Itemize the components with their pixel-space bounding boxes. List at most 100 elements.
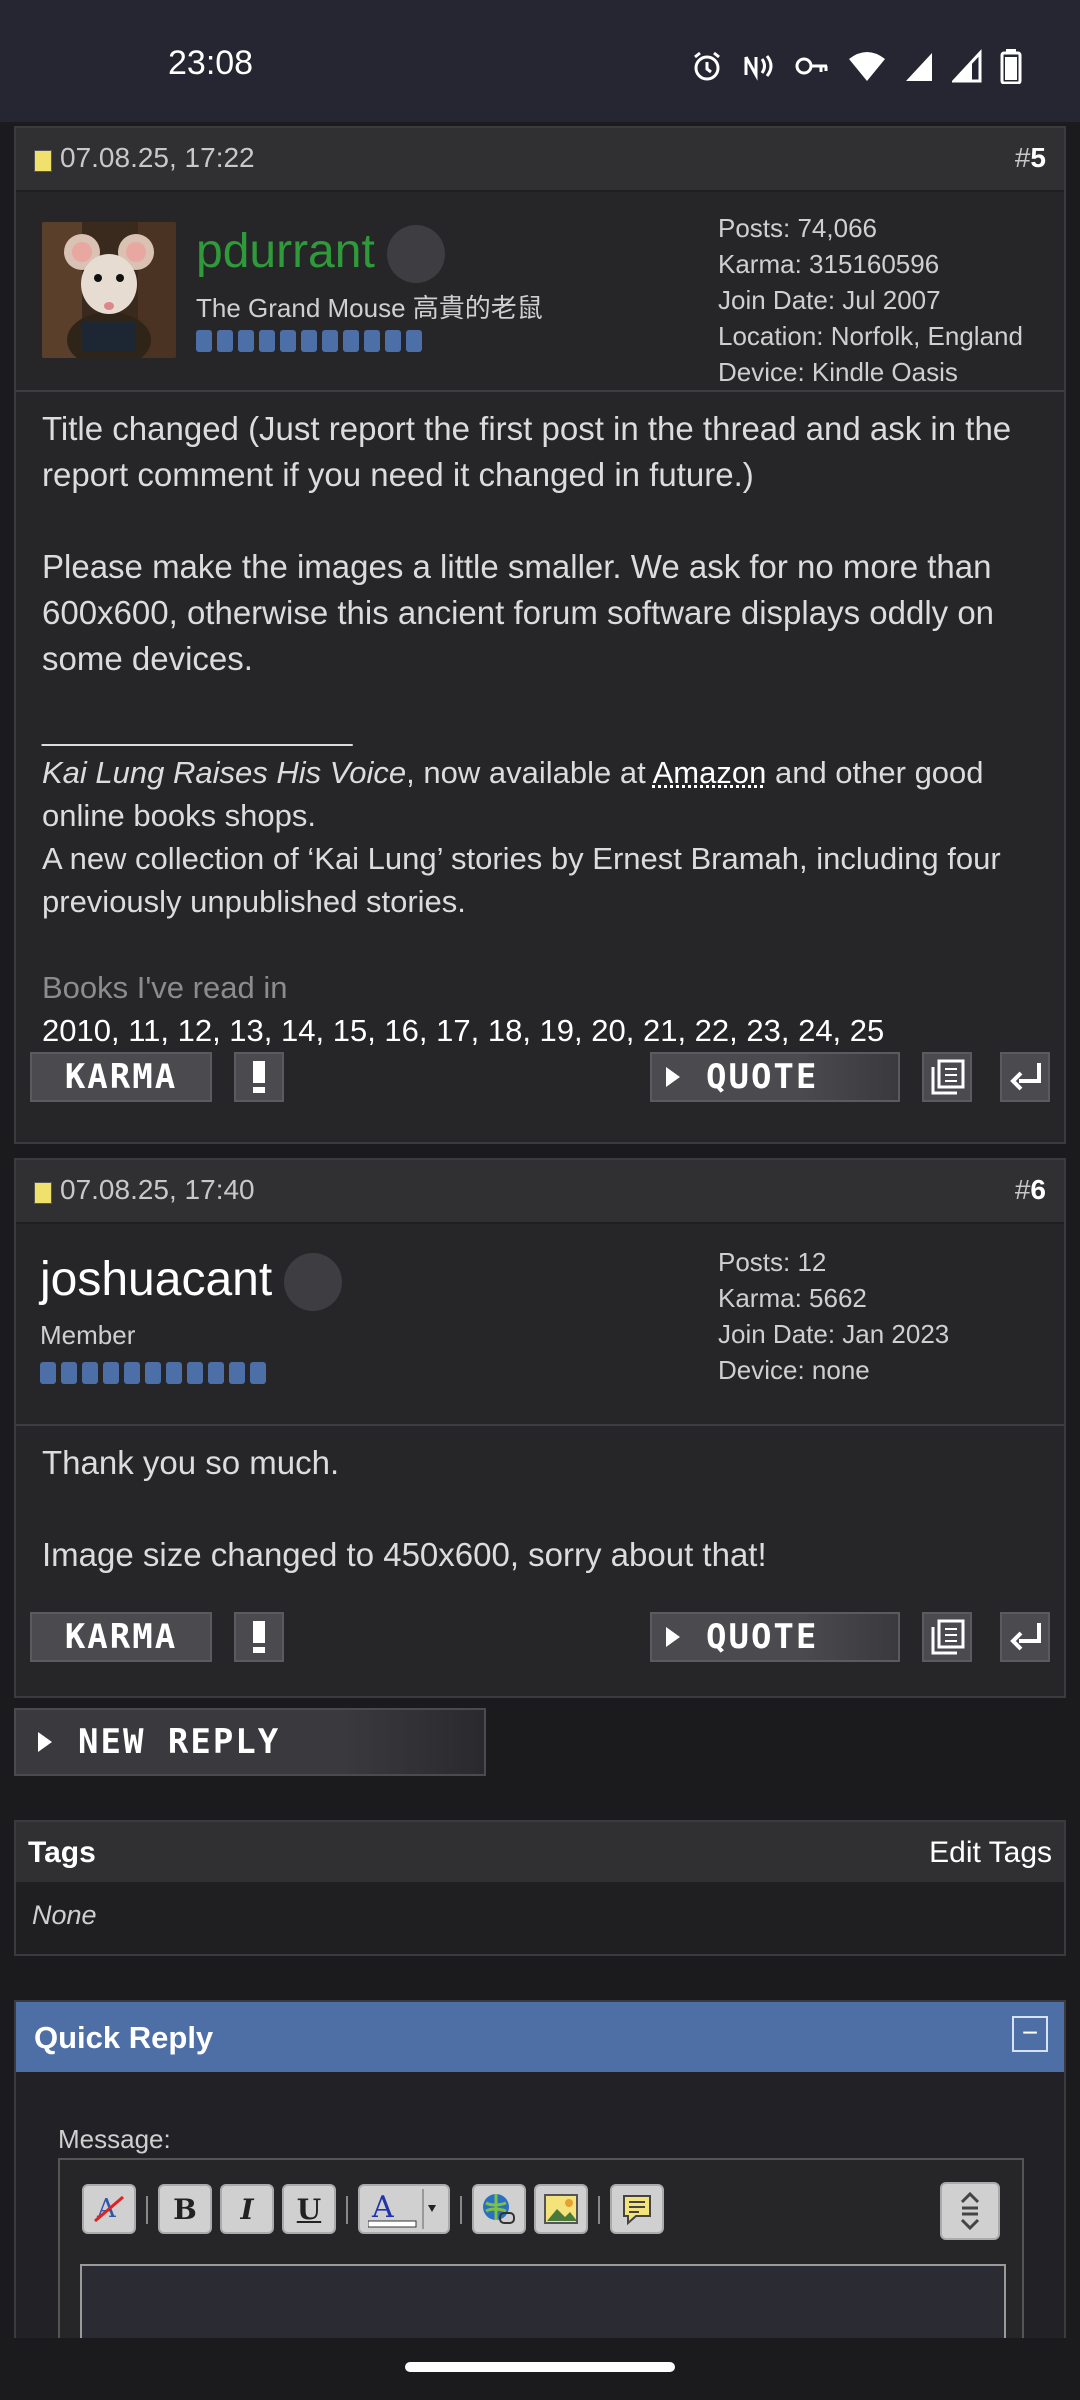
rep-pip — [61, 1362, 77, 1384]
rep-pip — [343, 330, 359, 352]
stat-device: Device: none — [718, 1355, 870, 1385]
multi-quote-button[interactable] — [922, 1052, 972, 1102]
clock: 23:08 — [168, 44, 254, 82]
amazon-link[interactable]: Amazon — [653, 755, 767, 790]
online-status-icon — [386, 225, 445, 284]
remove-format-button[interactable]: A — [82, 2184, 136, 2234]
user-stats: Posts: 12 Karma: 5662 Join Date: Jan 202… — [718, 1244, 949, 1388]
karma-button[interactable]: KARMA — [30, 1052, 212, 1102]
rep-pip — [103, 1362, 119, 1384]
multi-quote-button[interactable] — [922, 1612, 972, 1662]
post-number-value: 6 — [1030, 1174, 1046, 1205]
post-number[interactable]: #6 — [1015, 1174, 1046, 1206]
user-title: Member — [40, 1320, 136, 1350]
rep-pip — [301, 330, 317, 352]
navigation-bar — [0, 2338, 1080, 2400]
post-number-hash: # — [1014, 1174, 1031, 1205]
italic-button[interactable]: I — [220, 2184, 274, 2234]
insert-quote-button[interactable] — [610, 2184, 664, 2234]
play-icon — [666, 1067, 680, 1087]
text-color-icon: A — [368, 2189, 436, 2229]
post-number-value: 5 — [1030, 142, 1046, 173]
username-text: pdurrant — [196, 225, 375, 278]
report-button[interactable] — [234, 1612, 284, 1662]
stat-device: Device: Kindle Oasis — [718, 357, 958, 387]
edit-tags-link[interactable]: Edit Tags — [929, 1836, 1052, 1870]
toolbar-separator — [460, 2196, 462, 2224]
books-years[interactable]: 2010, 11, 12, 13, 14, 15, 16, 17, 18, 19… — [42, 1009, 1038, 1052]
avatar[interactable] — [42, 222, 176, 358]
nfc-icon — [744, 55, 773, 81]
quote-icon — [623, 2195, 651, 2226]
svg-text:A: A — [371, 2190, 394, 2225]
image-icon — [544, 2194, 578, 2224]
quick-reply-header: Quick Reply − — [16, 2002, 1064, 2072]
karma-button[interactable]: KARMA — [30, 1612, 212, 1662]
post-header: 07.08.25, 17:22 #5 — [16, 128, 1064, 192]
post-number[interactable]: #5 — [1015, 142, 1046, 174]
books-label: Books I've read in — [42, 970, 288, 1005]
post-paragraph: Please make the images a little smaller.… — [42, 548, 995, 677]
stat-karma: Karma: 5662 — [718, 1283, 867, 1313]
username-text: joshuacant — [40, 1253, 273, 1306]
quote-button[interactable]: QUOTE — [650, 1612, 900, 1662]
tags-header: Tags Edit Tags — [16, 1822, 1064, 1882]
tags-value: None — [32, 1900, 97, 1930]
post-paragraph: Title changed (Just report the first pos… — [42, 410, 1012, 493]
insert-image-button[interactable] — [534, 2184, 588, 2234]
post-5: 07.08.25, 17:22 #5 pdurrant The Grand Mo… — [14, 126, 1066, 1144]
home-gesture-handle[interactable] — [405, 2362, 675, 2372]
insert-link-button[interactable] — [472, 2184, 526, 2234]
reputation-bar — [196, 330, 422, 352]
post-actions: KARMA QUOTE — [16, 1612, 1064, 1698]
reply-button[interactable] — [1000, 1052, 1050, 1102]
wifi-icon — [849, 52, 885, 81]
post-icon — [34, 150, 52, 172]
online-status-icon — [284, 1253, 343, 1312]
collapse-icon[interactable]: − — [1012, 2016, 1048, 2052]
message-editor: A B I U A — [58, 2158, 1024, 2338]
link-icon — [483, 2194, 515, 2224]
quick-reply-title: Quick Reply — [34, 2020, 214, 2055]
rep-pip — [40, 1362, 56, 1384]
rep-pip — [187, 1362, 203, 1384]
rep-pip — [280, 330, 296, 352]
quote-label: QUOTE — [706, 1617, 819, 1657]
post-date: 07.08.25, 17:22 — [60, 142, 255, 173]
report-icon — [253, 1621, 265, 1653]
username[interactable]: joshuacant — [40, 1252, 343, 1312]
new-reply-label: NEW REPLY — [78, 1722, 281, 1762]
reputation-bar — [40, 1362, 266, 1384]
text-color-button[interactable]: A — [358, 2184, 450, 2234]
username[interactable]: pdurrant — [196, 224, 445, 284]
book-title: Kai Lung Raises His Voice — [42, 755, 407, 790]
toolbar-separator — [346, 2196, 348, 2224]
rep-pip — [322, 330, 338, 352]
signal-icon — [906, 53, 932, 81]
resize-editor-button[interactable] — [940, 2182, 1000, 2240]
quote-button[interactable]: QUOTE — [650, 1052, 900, 1102]
new-reply-button[interactable]: NEW REPLY — [14, 1708, 486, 1776]
post-body: Title changed (Just report the first pos… — [16, 392, 1064, 1052]
post-paragraph: Thank you so much. — [42, 1444, 340, 1481]
post-actions: KARMA QUOTE — [16, 1052, 1064, 1138]
reply-button[interactable] — [1000, 1612, 1050, 1662]
rep-pip — [259, 330, 275, 352]
user-info: joshuacant Member Posts: 12 Karma: 5662 … — [16, 1224, 1064, 1426]
post-header: 07.08.25, 17:40 #6 — [16, 1160, 1064, 1224]
alarm-icon — [694, 51, 720, 81]
tags-title: Tags — [28, 1836, 96, 1869]
signature-text: , now available at — [406, 755, 653, 790]
quick-reply-panel: Quick Reply − Message: A B I U A — [14, 2000, 1066, 2338]
message-textarea[interactable] — [80, 2264, 1006, 2338]
rep-pip — [166, 1362, 182, 1384]
underline-button[interactable]: U — [282, 2184, 336, 2234]
rep-pip — [208, 1362, 224, 1384]
thread-page: 07.08.25, 17:22 #5 pdurrant The Grand Mo… — [0, 122, 1080, 2338]
post-6: 07.08.25, 17:40 #6 joshuacant Member Pos… — [14, 1158, 1066, 1698]
report-button[interactable] — [234, 1052, 284, 1102]
bold-button[interactable]: B — [158, 2184, 212, 2234]
rep-pip — [364, 330, 380, 352]
mouse-avatar-image — [42, 222, 176, 358]
signature: __________________ Kai Lung Raises His V… — [42, 708, 1038, 1052]
